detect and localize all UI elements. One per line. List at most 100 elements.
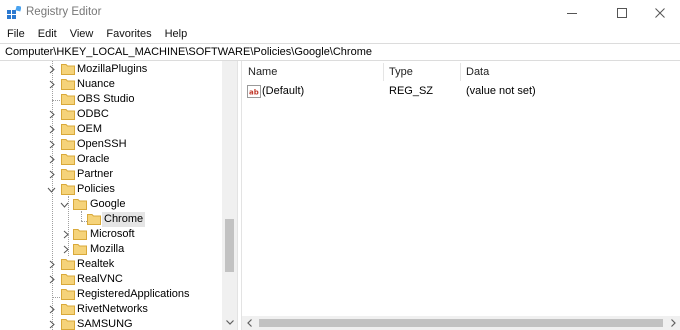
column-divider[interactable]: [383, 63, 384, 81]
tree-item-label: RegisteredApplications: [77, 288, 190, 300]
list-horizontal-scrollbar[interactable]: [242, 316, 680, 330]
folder-icon: [61, 289, 75, 300]
chevron-right-icon[interactable]: [47, 168, 57, 181]
close-button[interactable]: [640, 0, 680, 26]
tree-item-label: Chrome: [102, 212, 146, 227]
tree-item-label: OEM: [77, 123, 103, 135]
tree-item-label: Google: [90, 198, 126, 210]
tree-item[interactable]: Realtek: [0, 257, 222, 272]
tree-item-label: Mozilla: [90, 243, 125, 255]
minimize-icon: [567, 13, 577, 14]
tree-item[interactable]: SAMSUNG: [0, 317, 222, 330]
menu-bar: File Edit View Favorites Help: [0, 26, 680, 43]
value-type: REG_SZ: [389, 85, 434, 97]
folder-icon: [61, 139, 75, 150]
menu-edit[interactable]: Edit: [38, 26, 57, 43]
scroll-right-button[interactable]: [666, 316, 680, 330]
scroll-down-button[interactable]: [222, 315, 237, 330]
chevron-right-icon[interactable]: [47, 63, 57, 76]
chevron-right-icon[interactable]: [47, 153, 57, 166]
folder-icon: [61, 304, 75, 315]
tree-item-label: Oracle: [77, 153, 110, 165]
maximize-button[interactable]: [602, 0, 642, 26]
chevron-right-icon[interactable]: [47, 78, 57, 91]
maximize-icon: [617, 8, 627, 18]
tree-item-selected[interactable]: Chrome: [0, 212, 222, 227]
folder-icon: [61, 109, 75, 120]
tree-item[interactable]: OBS Studio: [0, 92, 222, 107]
menu-view[interactable]: View: [70, 26, 94, 43]
chevron-right-icon[interactable]: [61, 243, 71, 256]
tree-item[interactable]: Policies: [0, 182, 222, 197]
chevron-right-icon[interactable]: [47, 273, 57, 286]
folder-icon: [61, 169, 75, 180]
tree-item[interactable]: Microsoft: [0, 227, 222, 242]
menu-file[interactable]: File: [7, 26, 25, 43]
tree-item[interactable]: Nuance: [0, 77, 222, 92]
column-divider[interactable]: [460, 63, 461, 81]
tree-item[interactable]: RealVNC: [0, 272, 222, 287]
chevron-down-icon[interactable]: [46, 183, 56, 196]
menu-help[interactable]: Help: [165, 26, 188, 43]
tree-item-label: ODBC: [77, 108, 109, 120]
folder-icon: [61, 319, 75, 330]
folder-icon: [61, 184, 75, 195]
string-value-icon: ab: [247, 85, 261, 98]
title-bar: Registry Editor: [0, 0, 680, 26]
address-bar[interactable]: Computer\HKEY_LOCAL_MACHINE\SOFTWARE\Pol…: [0, 43, 680, 61]
tree-item[interactable]: OEM: [0, 122, 222, 137]
chevron-right-icon[interactable]: [47, 123, 57, 136]
tree-item-label: Policies: [77, 183, 115, 195]
scroll-thumb[interactable]: [225, 219, 234, 272]
tree-item-label: MozillaPlugins: [77, 63, 148, 75]
chevron-right-icon[interactable]: [47, 108, 57, 121]
tree-item-label: SAMSUNG: [77, 318, 133, 330]
value-name[interactable]: (Default): [262, 83, 304, 100]
close-icon: [655, 8, 665, 18]
folder-icon: [61, 124, 75, 135]
column-header-data[interactable]: Data: [466, 61, 489, 83]
tree-item[interactable]: Google: [0, 197, 222, 212]
chevron-right-icon[interactable]: [61, 228, 71, 241]
scroll-thumb[interactable]: [259, 319, 663, 327]
folder-icon: [61, 259, 75, 270]
folder-icon: [61, 154, 75, 165]
tree-item-label: OBS Studio: [77, 93, 135, 105]
column-header-type[interactable]: Type: [389, 61, 413, 83]
tree-item[interactable]: OpenSSH: [0, 137, 222, 152]
window-title: Registry Editor: [26, 6, 102, 18]
tree-item[interactable]: Partner: [0, 167, 222, 182]
chevron-down-icon: [225, 320, 234, 325]
chevron-down-icon[interactable]: [59, 198, 69, 211]
tree-item-label: Nuance: [77, 78, 115, 90]
chevron-right-icon[interactable]: [47, 318, 57, 330]
value-data: (value not set): [466, 85, 536, 97]
tree-item-label: Partner: [77, 168, 114, 180]
tree-item-label: Realtek: [77, 258, 115, 270]
scroll-left-button[interactable]: [242, 316, 256, 330]
tree-item[interactable]: MozillaPlugins: [0, 62, 222, 77]
chevron-right-icon[interactable]: [47, 303, 57, 316]
column-header-name[interactable]: Name: [248, 61, 277, 83]
tree-item[interactable]: Mozilla: [0, 242, 222, 257]
menu-favorites[interactable]: Favorites: [106, 26, 151, 43]
folder-icon: [61, 64, 75, 75]
values-list[interactable]: Name Type Data ab (Default) REG_SZ (valu…: [242, 61, 680, 330]
tree-item-label: RealVNC: [77, 273, 123, 285]
folder-icon: [73, 229, 87, 240]
registry-editor-icon: [7, 6, 21, 19]
tree-vertical-scrollbar[interactable]: [222, 61, 237, 330]
tree-item-label: Microsoft: [90, 228, 135, 240]
tree-item[interactable]: Oracle: [0, 152, 222, 167]
tree-item[interactable]: RegisteredApplications: [0, 287, 222, 302]
tree-item[interactable]: ODBC: [0, 107, 222, 122]
chevron-right-icon[interactable]: [47, 258, 57, 271]
folder-icon: [61, 274, 75, 285]
tree-item-label: OpenSSH: [77, 138, 127, 150]
tree-item[interactable]: RivetNetworks: [0, 302, 222, 317]
chevron-right-icon[interactable]: [47, 138, 57, 151]
registry-tree[interactable]: MozillaPlugins Nuance OBS Studio ODBC OE…: [0, 61, 236, 330]
folder-icon: [87, 214, 101, 225]
minimize-button[interactable]: [552, 0, 592, 26]
chevron-left-icon: [246, 319, 252, 327]
